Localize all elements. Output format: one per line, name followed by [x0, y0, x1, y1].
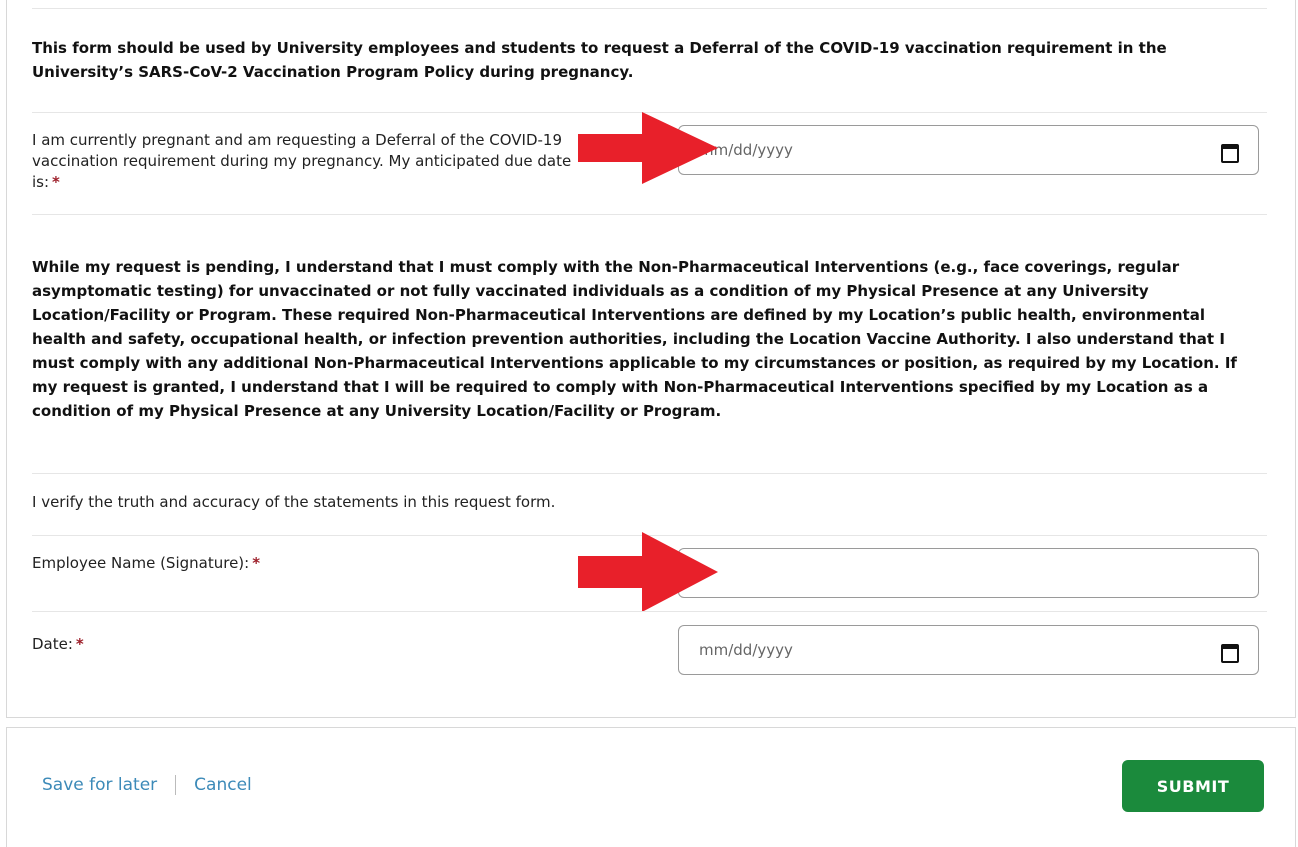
due-date-label: I am currently pregnant and am requestin… — [32, 130, 592, 193]
required-mark: * — [52, 173, 60, 191]
divider — [32, 214, 1267, 215]
due-date-label-text: I am currently pregnant and am requestin… — [32, 131, 572, 191]
signature-label-text: Employee Name (Signature): — [32, 554, 250, 572]
link-separator — [175, 775, 177, 795]
submit-button[interactable]: SUBMIT — [1122, 760, 1264, 812]
due-date-input[interactable]: mm/dd/yyyy — [678, 125, 1259, 175]
divider — [32, 473, 1267, 474]
divider — [32, 611, 1267, 612]
signature-input[interactable] — [678, 548, 1259, 598]
calendar-icon[interactable] — [1220, 141, 1239, 163]
verify-statement: I verify the truth and accuracy of the s… — [32, 493, 556, 511]
date-placeholder: mm/dd/yyyy — [699, 641, 793, 659]
form-intro: This form should be used by University e… — [32, 39, 1167, 81]
save-for-later-link[interactable]: Save for later — [42, 775, 157, 795]
cancel-link[interactable]: Cancel — [194, 775, 252, 795]
date-input[interactable]: mm/dd/yyyy — [678, 625, 1259, 675]
arrow-right-icon — [578, 112, 718, 184]
due-date-placeholder: mm/dd/yyyy — [699, 141, 793, 159]
calendar-icon[interactable] — [1220, 641, 1239, 663]
policy-statement: While my request is pending, I understan… — [32, 258, 1237, 420]
signature-label: Employee Name (Signature): * — [32, 553, 260, 574]
required-mark: * — [75, 635, 84, 653]
arrow-right-icon — [578, 532, 718, 612]
divider — [32, 8, 1267, 9]
footer-links: Save for later Cancel — [42, 775, 252, 795]
date-label-text: Date: — [32, 635, 73, 653]
required-mark: * — [252, 554, 261, 572]
date-label: Date: * — [32, 634, 84, 655]
